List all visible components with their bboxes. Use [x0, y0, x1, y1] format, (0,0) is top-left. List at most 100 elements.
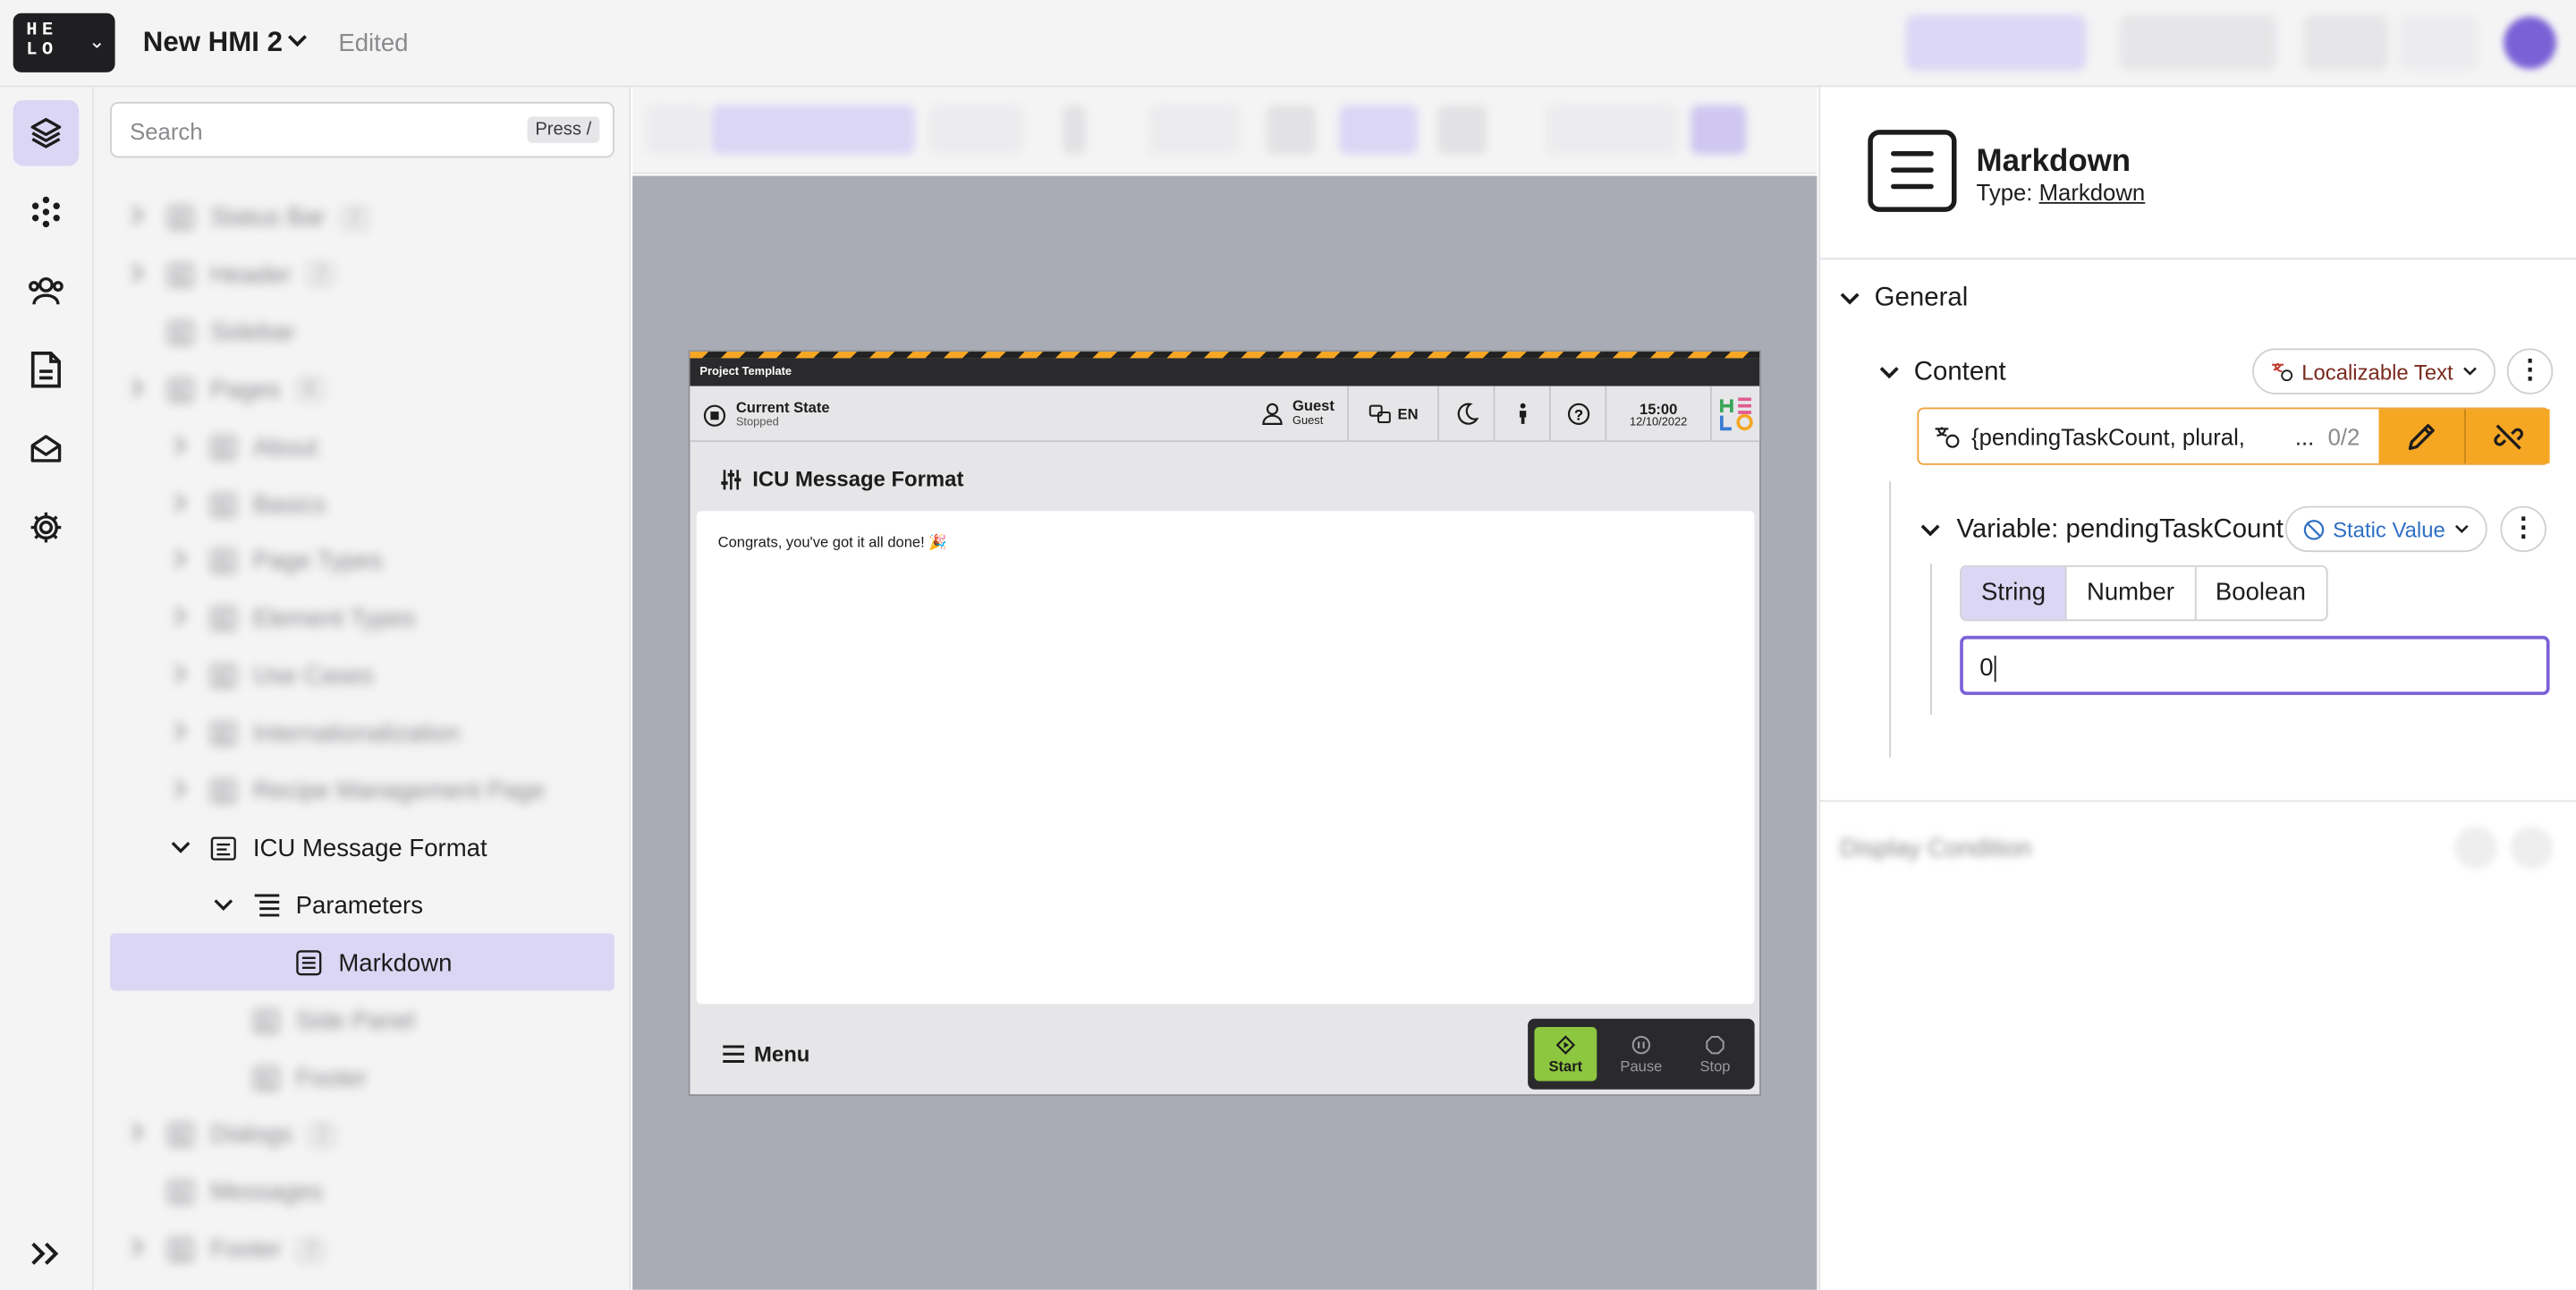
chevron-right-icon[interactable] — [169, 549, 192, 574]
content-more-button[interactable]: ⋮ — [2506, 348, 2554, 395]
pause-icon — [1631, 1035, 1651, 1055]
help-icon: ? — [1567, 403, 1589, 425]
type-string-button[interactable]: String — [1962, 566, 2067, 620]
help-button[interactable]: ? — [1549, 386, 1605, 443]
stop-button[interactable]: Stop — [1684, 1027, 1747, 1082]
design-canvas[interactable]: Project Template Current State Stopped G… — [632, 175, 1818, 1290]
layer-item[interactable]: Markdown — [255, 935, 452, 992]
layer-item[interactable]: Parameters — [212, 877, 423, 934]
chevron-right-icon[interactable] — [169, 779, 192, 804]
display-condition-more-button[interactable] — [2510, 826, 2554, 870]
app-logo-menu[interactable]: HE LO ⌄ — [13, 13, 115, 72]
start-button[interactable]: Start — [1534, 1026, 1597, 1082]
chevron-down-icon[interactable] — [169, 837, 192, 861]
project-name[interactable]: New HMI 2 — [143, 26, 283, 59]
chevron-down-icon — [2455, 524, 2470, 533]
hmi-menu-button[interactable]: Menu — [723, 1041, 809, 1066]
layer-item-count: 2 — [342, 206, 369, 230]
layer-item[interactable]: Header 2 — [126, 246, 335, 303]
layer-item[interactable]: Dialogs 2 — [126, 1107, 335, 1164]
document-icon — [30, 352, 61, 388]
variable-mode-dropdown[interactable]: Static Value — [2284, 505, 2488, 553]
device-label — [1148, 105, 1241, 155]
language-selector[interactable]: EN — [1347, 386, 1437, 443]
settings-button[interactable] — [13, 495, 79, 560]
display-condition-add-button[interactable] — [2454, 826, 2497, 870]
expand-panel-button[interactable] — [13, 1221, 79, 1286]
layer-item[interactable]: Internationalization — [169, 705, 460, 762]
hmi-preview: Project Template Current State Stopped G… — [688, 350, 1761, 1097]
components-button[interactable] — [13, 179, 79, 244]
type-link[interactable]: Markdown — [2039, 179, 2146, 205]
undo-button[interactable] — [2303, 14, 2389, 71]
chevron-down-icon[interactable] — [287, 28, 307, 53]
unlink-content-button[interactable] — [2464, 409, 2550, 463]
view-label — [645, 105, 708, 155]
avatar[interactable] — [2504, 16, 2556, 70]
variable-more-button[interactable]: ⋮ — [2500, 505, 2546, 553]
layer-item[interactable]: Recipe Management Page — [169, 762, 545, 819]
layer-item[interactable]: About — [169, 419, 318, 476]
content-field[interactable]: {pendingTaskCount, plural, ... 0/2 — [1917, 407, 2550, 465]
layer-item[interactable]: Sidebar — [126, 303, 295, 361]
layer-item[interactable]: Use Cases — [169, 648, 374, 705]
variable-section-toggle[interactable]: Variable: pendingTaskCount — [1920, 516, 2284, 546]
layer-item[interactable]: Messages — [126, 1164, 323, 1221]
chevron-right-icon[interactable] — [126, 1123, 149, 1148]
chevron-right-icon[interactable] — [126, 206, 149, 231]
chevron-right-icon[interactable] — [126, 1237, 149, 1262]
chevron-right-icon[interactable] — [169, 664, 192, 689]
chevron-right-icon[interactable] — [126, 263, 149, 288]
display-condition-section[interactable]: Display Condition — [1840, 835, 2031, 862]
plc-toggle[interactable] — [928, 105, 1024, 155]
save-status: Edited — [338, 30, 409, 58]
chevron-right-icon[interactable] — [169, 721, 192, 746]
type-number-button[interactable]: Number — [2067, 566, 2196, 620]
chevron-right-icon[interactable] — [169, 607, 192, 632]
machine-controls: Start Pause Stop — [1528, 1018, 1755, 1090]
users-button[interactable] — [13, 258, 79, 323]
hmi-page-body: Congrats, you've got it all done! 🎉 — [696, 511, 1755, 1005]
general-section-toggle[interactable]: General — [1840, 284, 1968, 314]
search-input[interactable]: Search Press / — [110, 101, 614, 158]
save-project-button[interactable] — [1905, 14, 2087, 71]
dark-mode-toggle[interactable] — [1437, 386, 1493, 443]
layer-item[interactable]: Footer 2 — [126, 1221, 325, 1278]
redo-button[interactable] — [2398, 14, 2478, 71]
current-state[interactable]: Current State Stopped — [703, 399, 830, 432]
layers-button[interactable] — [13, 100, 80, 166]
test-mode-toggle[interactable] — [1690, 105, 1747, 155]
variable-value-input[interactable]: 0 — [1960, 635, 2550, 695]
chevron-right-icon[interactable] — [169, 435, 192, 460]
tablet-icon[interactable] — [1338, 105, 1419, 155]
page-icon — [208, 548, 238, 574]
content-type-dropdown[interactable]: Localizable Text — [2252, 348, 2496, 395]
chevron-down-icon[interactable] — [212, 895, 235, 918]
pause-button[interactable]: Pause — [1610, 1027, 1673, 1082]
accessibility-button[interactable] — [1493, 386, 1549, 443]
documents-button[interactable] — [13, 337, 79, 403]
start-label: Start — [1548, 1057, 1583, 1075]
layer-item[interactable]: Page Types — [169, 533, 383, 590]
layer-item[interactable]: Basics — [169, 476, 326, 533]
placeholder-toggle[interactable] — [711, 105, 916, 155]
user-indicator[interactable]: Guest Guest — [1249, 386, 1347, 442]
preview-button[interactable] — [2119, 14, 2277, 71]
markdown-output: Congrats, you've got it all done! 🎉 — [717, 533, 947, 551]
chevron-right-icon[interactable] — [169, 492, 192, 517]
more-icon[interactable] — [1063, 105, 1087, 155]
localize-icon — [2272, 362, 2293, 382]
edit-content-button[interactable] — [2378, 409, 2465, 463]
type-boolean-button[interactable]: Boolean — [2196, 567, 2326, 620]
desktop-icon[interactable] — [1267, 105, 1317, 155]
messages-button[interactable] — [13, 416, 79, 481]
layer-item[interactable]: Side Panel — [212, 992, 415, 1049]
layer-item[interactable]: Pages 8 — [126, 361, 324, 419]
layer-item[interactable]: Footer — [212, 1049, 367, 1107]
content-section-toggle[interactable]: Content — [1879, 358, 2006, 387]
phone-icon[interactable] — [1437, 105, 1487, 155]
chevron-right-icon[interactable] — [126, 378, 149, 403]
layer-item[interactable]: ICU Message Format — [169, 819, 487, 877]
layer-item[interactable]: Element Types — [169, 590, 416, 648]
layer-item[interactable]: Status Bar 2 — [126, 189, 369, 246]
